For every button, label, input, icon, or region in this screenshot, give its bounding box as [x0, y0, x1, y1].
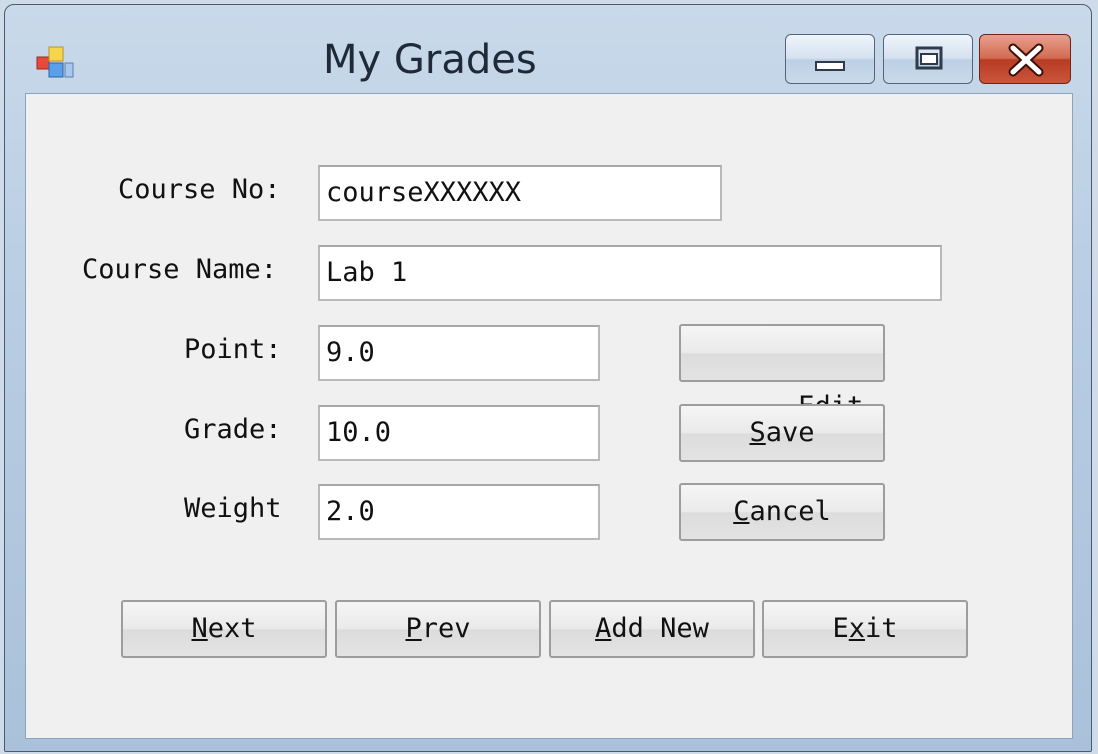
save-button[interactable]: Save: [679, 404, 885, 462]
point-field[interactable]: 9.0: [318, 325, 600, 381]
restore-icon: [915, 46, 943, 70]
grade-label: Grade:: [184, 414, 282, 445]
prev-button[interactable]: Prev: [335, 600, 541, 658]
course-no-label: Course No:: [118, 174, 281, 205]
next-button[interactable]: Next: [121, 600, 327, 658]
restore-button[interactable]: [883, 34, 973, 84]
weight-field[interactable]: 2.0: [318, 484, 600, 540]
edit-button[interactable]: Edit: [679, 324, 885, 422]
main-window: My Grades Course No: Course Name: Point:…: [4, 4, 1092, 752]
close-icon: [1008, 43, 1044, 77]
close-button[interactable]: [979, 34, 1071, 84]
cancel-button[interactable]: Cancel: [679, 483, 885, 541]
form-client-area: Course No: Course Name: Point: Grade: We…: [25, 93, 1073, 739]
grade-field[interactable]: 10.0: [318, 405, 600, 461]
app-icon: [36, 46, 74, 78]
weight-label: Weight: [184, 493, 282, 524]
course-no-field[interactable]: courseXXXXXX: [318, 165, 722, 221]
add-new-button-label: Add New: [595, 613, 709, 644]
save-button-label: Save: [749, 417, 815, 448]
exit-button[interactable]: Exit: [762, 600, 968, 658]
course-name-label: Course Name:: [82, 254, 278, 285]
point-label: Point:: [184, 334, 282, 365]
exit-button-label: Exit: [832, 613, 898, 644]
cancel-button-label: Cancel: [733, 496, 831, 527]
title-bar[interactable]: My Grades: [5, 5, 1091, 93]
prev-button-label: Prev: [405, 613, 471, 644]
next-button-label: Next: [191, 613, 257, 644]
minimize-icon: [815, 61, 845, 71]
window-title: My Grades: [323, 37, 537, 83]
course-name-field[interactable]: Lab 1: [318, 245, 942, 301]
add-new-button[interactable]: Add New: [549, 600, 755, 658]
minimize-button[interactable]: [785, 34, 875, 84]
